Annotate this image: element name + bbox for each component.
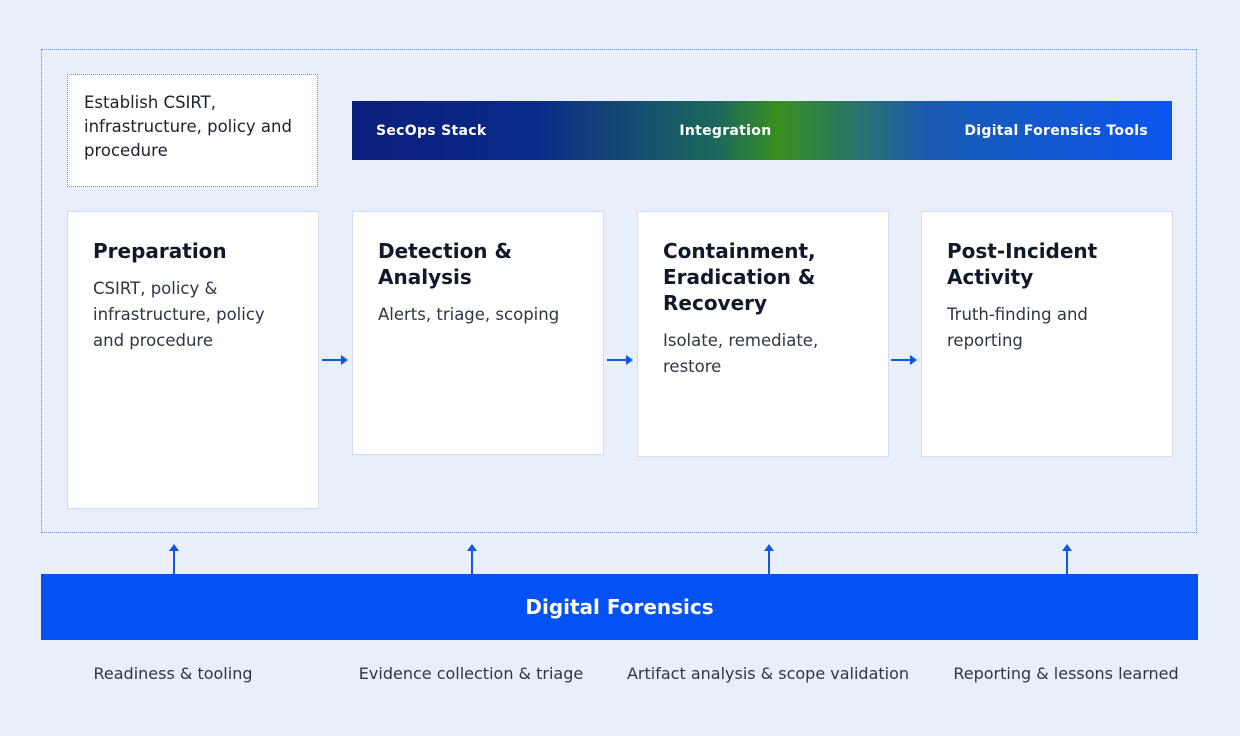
digital-forensics-label: Digital Forensics bbox=[525, 595, 714, 619]
phase-description: Isolate, remediate, restore bbox=[663, 331, 819, 376]
phase-card-containment: Containment, Eradication & Recovery Isol… bbox=[637, 211, 889, 457]
phase-title: Containment, Eradication & Recovery bbox=[663, 239, 816, 315]
phase-title: Preparation bbox=[93, 239, 227, 263]
band-label-secops: SecOps Stack bbox=[376, 122, 487, 139]
phase-card-preparation: Preparation CSIRT, policy & infrastructu… bbox=[67, 211, 319, 509]
up-arrow-icon bbox=[1062, 544, 1071, 574]
integration-band: SecOps Stack Integration Digital Forensi… bbox=[352, 101, 1172, 160]
flow-arrow-icon bbox=[891, 355, 917, 365]
preparation-note: Establish CSIRT, infrastructure, policy … bbox=[67, 74, 318, 187]
caption-artifact: Artifact analysis & scope validation bbox=[626, 664, 910, 683]
digital-forensics-bar: Digital Forensics bbox=[41, 574, 1198, 640]
flow-arrow-icon bbox=[607, 355, 633, 365]
up-arrow-icon bbox=[764, 544, 773, 574]
phase-card-post-incident: Post-Incident Activity Truth-finding and… bbox=[921, 211, 1173, 457]
up-arrow-icon bbox=[169, 544, 178, 574]
caption-readiness: Readiness & tooling bbox=[93, 664, 253, 683]
band-label-integration: Integration bbox=[679, 122, 772, 139]
caption-evidence: Evidence collection & triage bbox=[358, 664, 584, 683]
phase-description: Alerts, triage, scoping bbox=[378, 305, 560, 324]
phase-title: Post-Incident Activity bbox=[947, 239, 1098, 289]
phase-title: Detection & Analysis bbox=[378, 239, 512, 289]
phase-description: Truth-finding and reporting bbox=[947, 305, 1088, 350]
caption-reporting: Reporting & lessons learned bbox=[953, 664, 1179, 683]
flow-arrow-icon bbox=[322, 355, 348, 365]
phase-description: CSIRT, policy & infrastructure, policy a… bbox=[93, 279, 265, 350]
band-label-forensics-tools: Digital Forensics Tools bbox=[964, 122, 1148, 139]
phase-card-detection: Detection & Analysis Alerts, triage, sco… bbox=[352, 211, 604, 455]
up-arrow-icon bbox=[467, 544, 476, 574]
